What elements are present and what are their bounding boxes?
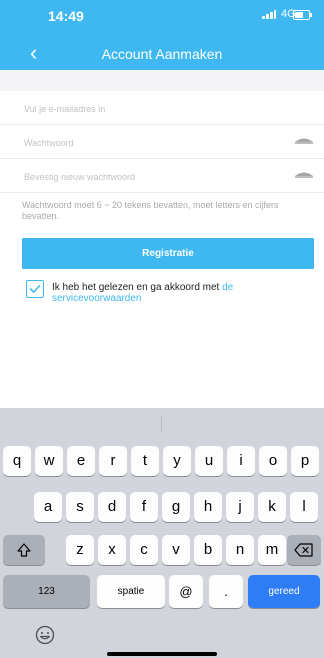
key-w[interactable]: w xyxy=(35,446,63,476)
dot-key[interactable]: . xyxy=(209,575,243,608)
email-field[interactable] xyxy=(22,91,286,126)
eye-closed-icon[interactable] xyxy=(294,137,314,147)
numbers-key[interactable]: 123 xyxy=(3,575,90,608)
emoji-icon[interactable] xyxy=(35,625,55,645)
key-p[interactable]: p xyxy=(291,446,319,476)
key-r[interactable]: r xyxy=(99,446,127,476)
signal-icon xyxy=(262,9,276,19)
suggestion-divider xyxy=(161,416,162,433)
key-n[interactable]: n xyxy=(226,535,254,565)
confirm-password-field[interactable] xyxy=(22,159,286,194)
checkbox-checked-icon[interactable] xyxy=(26,280,44,298)
space-key[interactable]: spatie xyxy=(97,575,165,608)
done-key[interactable]: gereed xyxy=(248,575,320,608)
key-k[interactable]: k xyxy=(258,492,286,522)
at-key[interactable]: @ xyxy=(169,575,203,608)
key-e[interactable]: e xyxy=(67,446,95,476)
key-d[interactable]: d xyxy=(98,492,126,522)
key-l[interactable]: l xyxy=(290,492,318,522)
key-i[interactable]: i xyxy=(227,446,255,476)
shift-key[interactable] xyxy=(3,535,45,565)
key-g[interactable]: g xyxy=(162,492,190,522)
key-v[interactable]: v xyxy=(162,535,190,565)
password-field[interactable] xyxy=(22,125,286,160)
key-m[interactable]: m xyxy=(258,535,286,565)
terms-label: Ik heb het gelezen en ga akkoord met xyxy=(52,282,223,293)
key-h[interactable]: h xyxy=(194,492,222,522)
eye-closed-icon[interactable] xyxy=(294,171,314,181)
status-time: 14:49 xyxy=(48,8,84,24)
terms-text: Ik heb het gelezen en ga akkoord met de … xyxy=(52,282,310,304)
password-hint: Wachtwoord moet 6 ~ 20 tekens bevatten, … xyxy=(22,200,279,221)
key-z[interactable]: z xyxy=(66,535,94,565)
email-field-row xyxy=(0,91,324,126)
backspace-icon xyxy=(294,543,313,557)
key-u[interactable]: u xyxy=(195,446,223,476)
status-bar: 14:49 4G xyxy=(0,0,324,26)
nav-bar: ‹ Account Aanmaken xyxy=(0,40,324,70)
app-header: 14:49 4G ‹ Account Aanmaken xyxy=(0,0,324,70)
shift-icon xyxy=(17,543,31,557)
key-q[interactable]: q xyxy=(3,446,31,476)
register-button[interactable]: Registratie xyxy=(22,238,314,269)
signup-form xyxy=(0,70,324,194)
key-b[interactable]: b xyxy=(194,535,222,565)
suggestion-bar xyxy=(0,408,324,441)
key-x[interactable]: x xyxy=(98,535,126,565)
key-t[interactable]: t xyxy=(131,446,159,476)
key-s[interactable]: s xyxy=(66,492,94,522)
home-indicator xyxy=(107,652,217,656)
password-field-row xyxy=(0,125,324,160)
page-title: Account Aanmaken xyxy=(101,46,223,62)
key-j[interactable]: j xyxy=(226,492,254,522)
key-o[interactable]: o xyxy=(259,446,287,476)
backspace-key[interactable] xyxy=(287,535,321,565)
key-c[interactable]: c xyxy=(130,535,158,565)
form-spacer xyxy=(0,70,324,91)
key-f[interactable]: f xyxy=(130,492,158,522)
battery-icon xyxy=(293,10,312,20)
key-a[interactable]: a xyxy=(34,492,62,522)
key-y[interactable]: y xyxy=(163,446,191,476)
keyboard: q w e r t y u i o p a s d f g h j k l z … xyxy=(0,408,324,658)
confirm-password-field-row xyxy=(0,159,324,194)
